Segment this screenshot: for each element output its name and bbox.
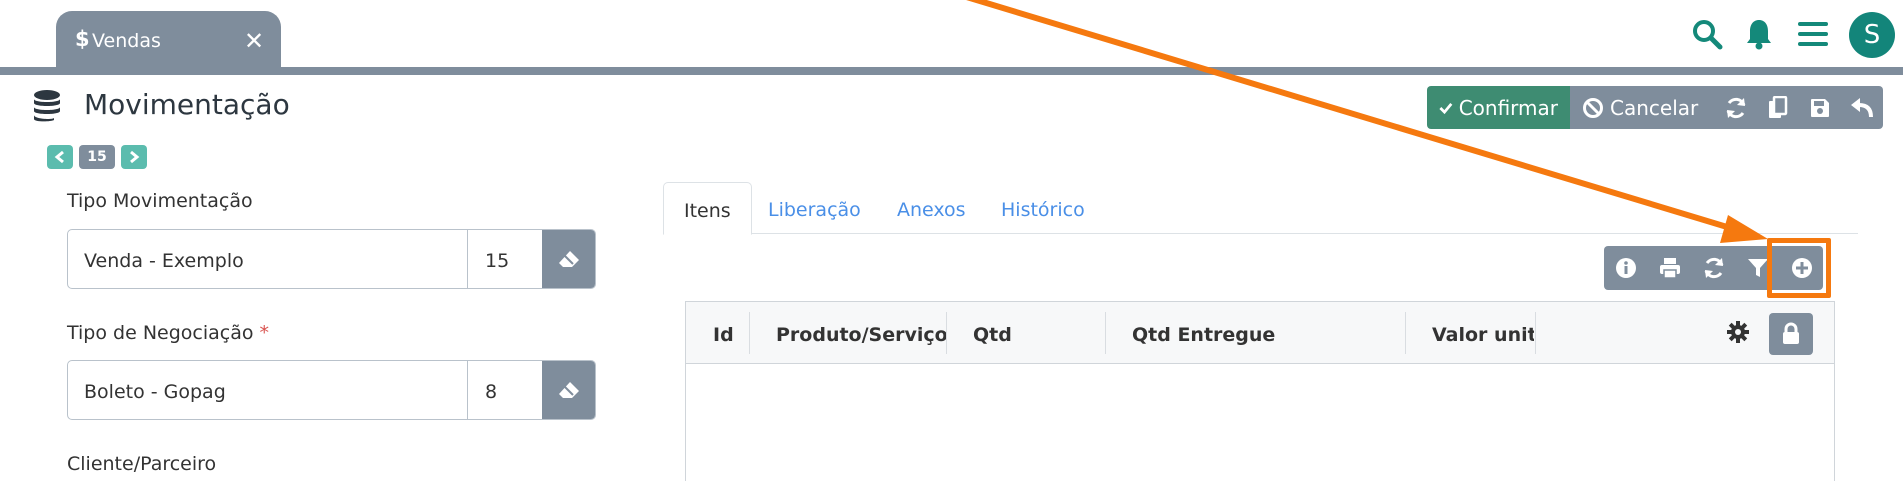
next-record-button[interactable] — [121, 145, 147, 169]
copy-icon — [1769, 95, 1788, 118]
column-separator — [1105, 312, 1106, 354]
detail-tabs: Itens Liberação Anexos Histórico — [663, 182, 1858, 235]
tipo-movimentacao-label: Tipo Movimentação — [67, 190, 253, 212]
confirm-label: Confirmar — [1458, 95, 1558, 120]
column-separator — [946, 312, 947, 354]
print-button[interactable] — [1648, 246, 1692, 290]
refresh-icon — [1704, 257, 1724, 279]
copy-button[interactable] — [1757, 86, 1799, 129]
chevron-right-icon — [130, 150, 140, 164]
cancel-label: Cancelar — [1610, 95, 1699, 120]
tipo-negociacao-label: Tipo de Negociação * — [67, 322, 269, 344]
tipo-negociacao-field: Boleto - Gopag 8 — [67, 360, 596, 420]
clear-tipo-negociacao-button[interactable] — [542, 361, 595, 419]
page-title: Movimentação — [84, 88, 290, 121]
lock-button[interactable] — [1769, 313, 1813, 355]
avatar-letter: S — [1863, 20, 1881, 50]
filter-icon — [1748, 259, 1768, 277]
check-icon — [1439, 102, 1453, 114]
column-header-produto[interactable]: Produto/Serviço — [776, 324, 948, 346]
grid-header: Id Produto/Serviço Qtd Qtd Entregue Valo… — [686, 302, 1834, 364]
clear-tipo-movimentacao-button[interactable] — [542, 230, 595, 288]
tab-liberacao[interactable]: Liberação — [748, 182, 881, 234]
ban-icon — [1583, 97, 1603, 118]
column-header-qtd[interactable]: Qtd — [973, 324, 1012, 346]
eraser-icon — [558, 251, 579, 267]
tab-label: Vendas — [92, 30, 161, 52]
tipo-negociacao-code-input[interactable]: 8 — [468, 361, 542, 419]
gear-icon[interactable] — [1726, 320, 1750, 348]
items-grid: Id Produto/Serviço Qtd Qtd Entregue Valo… — [685, 301, 1835, 481]
chevron-left-icon — [54, 150, 64, 164]
coins-stack-icon — [30, 88, 64, 122]
info-button[interactable] — [1604, 246, 1648, 290]
save-icon — [1811, 98, 1829, 117]
tab-anexos[interactable]: Anexos — [877, 182, 986, 234]
column-header-id[interactable]: Id — [713, 324, 734, 346]
tipo-movimentacao-input[interactable]: Venda - Exemplo — [68, 230, 468, 288]
lock-icon — [1783, 322, 1799, 344]
refresh-icon — [1726, 97, 1746, 118]
tab-vendas[interactable]: $ Vendas ✕ — [56, 11, 281, 67]
column-separator — [749, 312, 750, 354]
undo-icon — [1851, 97, 1873, 117]
undo-button[interactable] — [1841, 86, 1883, 129]
previous-record-button[interactable] — [47, 145, 73, 169]
tab-itens[interactable]: Itens — [663, 182, 752, 235]
menu-icon[interactable] — [1791, 12, 1835, 56]
top-icons: S — [1685, 12, 1895, 58]
highlight-box — [1767, 238, 1831, 298]
search-icon[interactable] — [1685, 12, 1729, 56]
tipo-negociacao-label-text: Tipo de Negociação — [67, 322, 254, 344]
close-icon[interactable]: ✕ — [244, 29, 264, 53]
record-pager: 15 — [47, 145, 147, 169]
record-number: 15 — [79, 145, 115, 169]
column-header-valor-unitario[interactable]: Valor unitár — [1432, 324, 1534, 346]
column-separator — [1535, 312, 1536, 354]
refresh-grid-button[interactable] — [1692, 246, 1736, 290]
column-separator — [1405, 312, 1406, 354]
info-icon — [1616, 258, 1636, 278]
eraser-icon — [558, 382, 579, 398]
tipo-movimentacao-field: Venda - Exemplo 15 — [67, 229, 596, 289]
cancel-button[interactable]: Cancelar — [1570, 86, 1715, 129]
confirm-button[interactable]: Confirmar — [1427, 86, 1570, 129]
cliente-parceiro-label: Cliente/Parceiro — [67, 453, 217, 475]
top-bar: $ Vendas ✕ S — [0, 0, 1903, 67]
tab-historico[interactable]: Histórico — [981, 182, 1105, 234]
column-header-qtd-entregue[interactable]: Qtd Entregue — [1132, 324, 1275, 346]
tab-strip-line — [0, 67, 1903, 75]
required-mark: * — [259, 322, 270, 344]
bell-icon[interactable] — [1737, 12, 1781, 56]
tipo-movimentacao-code-input[interactable]: 15 — [468, 230, 542, 288]
action-toolbar: Confirmar Cancelar — [1427, 86, 1883, 129]
avatar[interactable]: S — [1849, 12, 1895, 58]
tipo-negociacao-input[interactable]: Boleto - Gopag — [68, 361, 468, 419]
dollar-icon: $ — [75, 27, 90, 51]
save-button[interactable] — [1799, 86, 1841, 129]
print-icon — [1660, 258, 1680, 279]
refresh-button[interactable] — [1715, 86, 1757, 129]
